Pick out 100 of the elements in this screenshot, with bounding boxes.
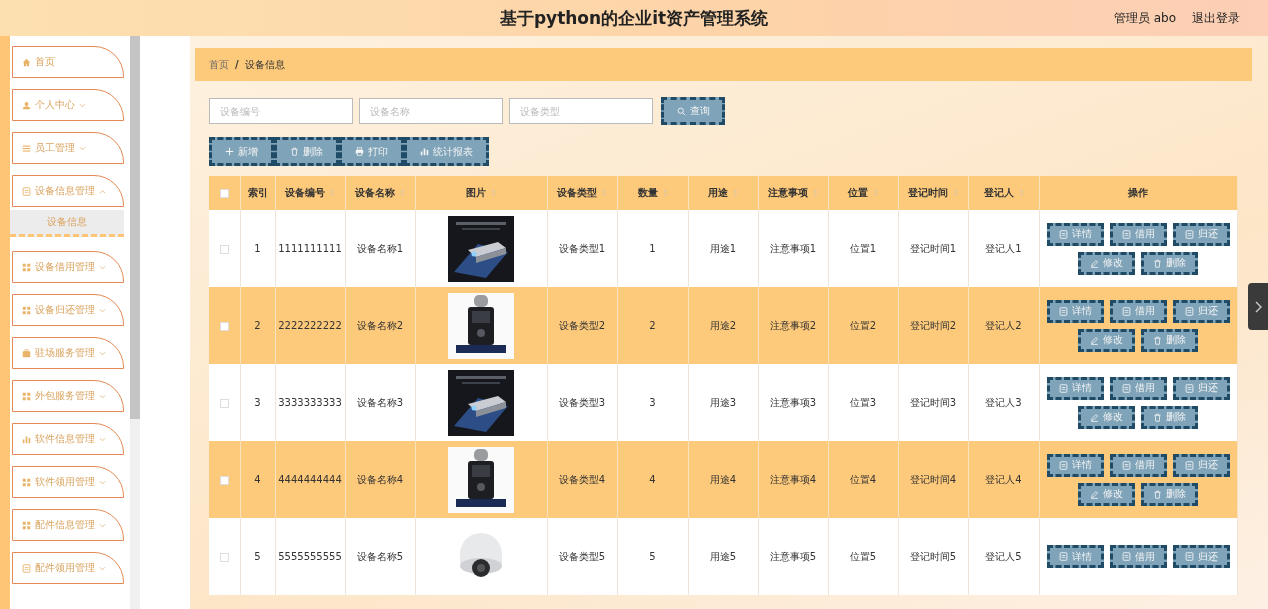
table-cell: 位置3 <box>849 396 877 408</box>
action-button[interactable]: 修改 <box>1078 328 1135 352</box>
select-all-checkbox[interactable] <box>219 189 229 198</box>
sidebar-item[interactable]: 外包服务管理 <box>12 380 124 412</box>
search-button[interactable]: 查询 <box>661 97 725 125</box>
table-cell: 设备类型3 <box>558 396 606 408</box>
trash-icon <box>1153 258 1162 268</box>
action-button[interactable]: 详情 <box>1046 453 1104 477</box>
expand-tab[interactable] <box>1248 283 1268 330</box>
search-icon <box>676 106 686 116</box>
table-cell: 1 <box>649 243 656 254</box>
table-cell: 位置5 <box>849 550 877 562</box>
action-button[interactable]: 修改 <box>1078 405 1135 429</box>
table-cell: 注意事项1 <box>769 242 817 254</box>
action-button[interactable]: 归还 <box>1172 545 1230 568</box>
action-button[interactable]: 详情 <box>1046 376 1104 400</box>
logout-link[interactable]: 退出登录 <box>1192 9 1240 27</box>
table-cell: 登记人5 <box>985 550 1022 562</box>
action-button[interactable]: 借用 <box>1109 299 1167 323</box>
action-button[interactable]: 归还 <box>1172 376 1230 400</box>
chevron-down-icon <box>99 350 106 356</box>
sidebar-item[interactable]: 配件领用管理 <box>12 552 124 584</box>
row-checkbox[interactable] <box>219 475 229 485</box>
grid-icon <box>22 305 31 315</box>
row-checkbox[interactable] <box>219 244 229 254</box>
table-cell: 4 <box>254 474 261 485</box>
table-cell: 设备类型1 <box>558 242 606 254</box>
trash-icon <box>1153 335 1162 345</box>
bar-chart-icon <box>22 434 31 444</box>
pen-icon <box>1090 335 1099 345</box>
table-cell: 3 <box>649 397 656 408</box>
sidebar-item[interactable]: 配件信息管理 <box>12 509 124 541</box>
sidebar-item[interactable]: 设备借用管理 <box>12 251 124 283</box>
table-cell: 用途4 <box>709 473 737 485</box>
action-button[interactable]: 删除 <box>1141 482 1198 506</box>
row-checkbox[interactable] <box>219 398 229 408</box>
toolbar-button[interactable]: 统计报表 <box>404 137 489 166</box>
breadcrumb-current: 设备信息 <box>244 57 285 72</box>
sidebar-item[interactable]: 设备信息管理 <box>12 175 124 207</box>
document-icon <box>1184 552 1194 561</box>
sidebar-item[interactable]: 个人中心 <box>12 89 124 121</box>
scrollbar[interactable] <box>130 36 140 609</box>
sidebar-item[interactable]: 首页 <box>12 46 124 78</box>
document-icon <box>1184 460 1194 470</box>
table-cell: 登记人4 <box>985 473 1022 485</box>
action-button[interactable]: 借用 <box>1109 376 1167 400</box>
search-field[interactable]: 设备编号 <box>209 98 353 124</box>
table-cell: 2 <box>254 320 261 331</box>
row-checkbox[interactable] <box>219 321 229 331</box>
row-checkbox[interactable] <box>219 552 229 562</box>
action-button[interactable]: 归还 <box>1172 222 1230 246</box>
search-field[interactable]: 设备名称 <box>359 98 503 124</box>
action-button[interactable]: 删除 <box>1141 251 1198 275</box>
document-icon <box>1058 306 1068 316</box>
toolbar-button[interactable]: 删除 <box>274 137 339 166</box>
table-cell: 登记人2 <box>985 319 1022 331</box>
document-icon <box>1058 383 1068 393</box>
home-icon <box>22 57 31 67</box>
sidebar-item[interactable]: 设备归还管理 <box>12 294 124 326</box>
briefcase-icon <box>22 348 31 358</box>
chevron-down-icon <box>99 264 106 270</box>
table-cell: 设备名称3 <box>356 396 404 408</box>
action-button[interactable]: 修改 <box>1078 482 1135 506</box>
sidebar-item[interactable]: 软件信息管理 <box>12 423 124 455</box>
chevron-down-icon <box>99 479 106 485</box>
sidebar-item[interactable]: 驻场服务管理 <box>12 337 124 369</box>
action-button[interactable]: 归还 <box>1172 453 1230 477</box>
chevron-right-icon <box>1254 300 1262 313</box>
action-button[interactable]: 修改 <box>1078 251 1135 275</box>
chevron-down-icon <box>99 522 106 528</box>
table-cell: 1 <box>254 243 261 254</box>
action-button[interactable]: 删除 <box>1141 328 1198 352</box>
pen-icon <box>1090 489 1099 499</box>
toolbar-button[interactable]: 打印 <box>339 137 404 166</box>
action-button[interactable]: 借用 <box>1109 222 1167 246</box>
table-cell: 注意事项4 <box>769 473 817 485</box>
document-icon <box>1184 383 1194 393</box>
action-button[interactable]: 借用 <box>1109 453 1167 477</box>
sidebar-item[interactable]: 员工管理 <box>12 132 124 164</box>
submenu-item[interactable]: 设备信息 <box>10 210 124 237</box>
table-cell: 登记人3 <box>985 396 1022 408</box>
action-button[interactable]: 借用 <box>1109 545 1167 568</box>
action-button[interactable]: 详情 <box>1046 545 1104 568</box>
chevron-down-icon <box>79 145 86 151</box>
action-button[interactable]: 详情 <box>1046 222 1104 246</box>
toolbar-button[interactable]: 新增 <box>209 137 274 166</box>
table-cell: 设备名称4 <box>356 473 404 485</box>
document-icon <box>1184 229 1194 239</box>
action-button[interactable]: 归还 <box>1172 299 1230 323</box>
table-cell: 用途3 <box>709 396 737 408</box>
action-button[interactable]: 删除 <box>1141 405 1198 429</box>
bar-chart-icon <box>420 147 429 156</box>
table-cell: 设备类型5 <box>558 550 606 562</box>
document-icon <box>1184 306 1194 316</box>
breadcrumb-link[interactable]: 首页 <box>209 57 229 72</box>
action-button[interactable]: 详情 <box>1046 299 1104 323</box>
pen-icon <box>1090 412 1099 422</box>
document-icon <box>1058 460 1068 470</box>
sidebar-item[interactable]: 软件领用管理 <box>12 466 124 498</box>
table-cell: 1111111111 <box>278 243 342 254</box>
